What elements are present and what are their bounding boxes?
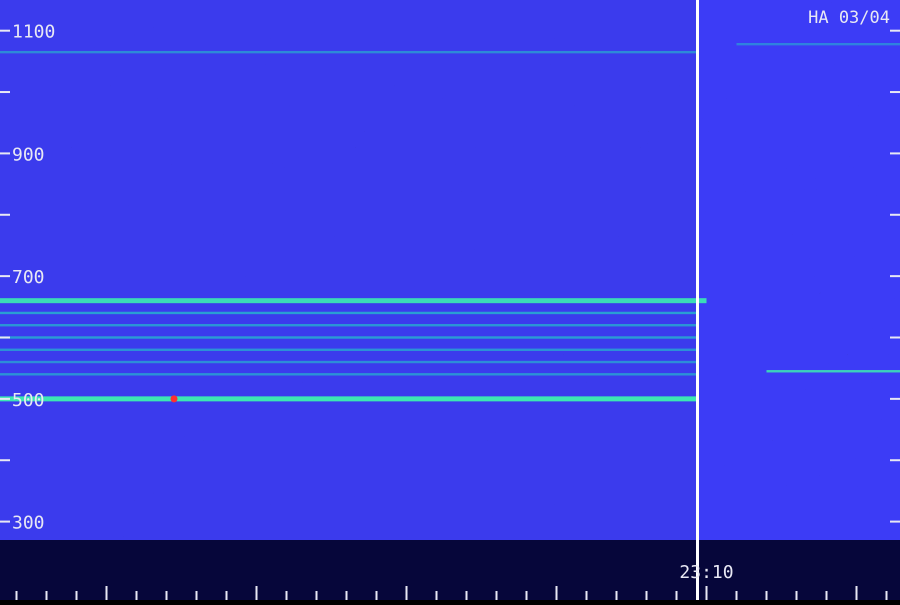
y-tick-left xyxy=(0,337,10,339)
x-tick xyxy=(136,591,138,600)
x-tick xyxy=(526,591,528,600)
x-tick xyxy=(556,586,558,600)
time-marker-line xyxy=(696,0,699,600)
y-tick-left xyxy=(0,30,10,32)
x-tick xyxy=(466,591,468,600)
y-tick-label: 900 xyxy=(12,144,45,165)
x-tick xyxy=(616,591,618,600)
x-tick xyxy=(286,591,288,600)
x-tick xyxy=(166,591,168,600)
x-tick xyxy=(46,591,48,600)
emission-band xyxy=(0,396,698,401)
emission-band xyxy=(0,373,698,375)
y-tick-right xyxy=(890,91,900,93)
y-tick-left xyxy=(0,521,10,523)
x-tick xyxy=(406,586,408,600)
y-tick-left xyxy=(0,152,10,154)
x-tick xyxy=(676,591,678,600)
x-tick xyxy=(646,591,648,600)
emission-band xyxy=(0,312,698,314)
x-tick xyxy=(226,591,228,600)
x-tick xyxy=(886,591,888,600)
y-tick-right xyxy=(890,152,900,154)
y-tick-right xyxy=(890,459,900,461)
x-tick xyxy=(856,586,858,600)
x-tick xyxy=(436,591,438,600)
y-tick-label: 700 xyxy=(12,267,45,288)
y-tick-label: 1100 xyxy=(12,22,55,43)
y-tick-left xyxy=(0,459,10,461)
y-tick-left xyxy=(0,398,10,400)
station-label: HA 03/04 xyxy=(808,8,890,28)
x-tick xyxy=(346,591,348,600)
y-tick-right xyxy=(890,337,900,339)
x-tick xyxy=(496,591,498,600)
hot-spot xyxy=(171,395,178,402)
emission-band xyxy=(767,370,900,372)
x-tick-label: 23:10 xyxy=(679,562,733,583)
emission-band xyxy=(0,298,707,303)
y-tick-label: 300 xyxy=(12,513,45,534)
emission-band xyxy=(737,43,900,45)
x-tick xyxy=(256,586,258,600)
emission-band xyxy=(0,51,698,53)
x-tick xyxy=(376,591,378,600)
emission-band xyxy=(0,324,698,326)
y-tick-right xyxy=(890,275,900,277)
x-tick xyxy=(76,591,78,600)
y-tick-label: 500 xyxy=(12,390,45,411)
y-tick-left xyxy=(0,214,10,216)
spectrogram-svg: 300500700900110023:1023:3023:50 HA 03/04 xyxy=(0,0,900,600)
y-tick-right xyxy=(890,398,900,400)
x-tick xyxy=(316,591,318,600)
lower-strip xyxy=(0,540,900,600)
y-tick-left xyxy=(0,91,10,93)
y-tick-left xyxy=(0,275,10,277)
y-tick-right xyxy=(890,214,900,216)
x-tick xyxy=(736,591,738,600)
x-tick xyxy=(796,591,798,600)
x-tick xyxy=(766,591,768,600)
x-tick xyxy=(706,586,708,600)
emission-band xyxy=(0,336,698,338)
y-tick-right xyxy=(890,30,900,32)
x-tick xyxy=(196,591,198,600)
early-segment-glow xyxy=(0,0,698,540)
x-tick xyxy=(826,591,828,600)
emission-band xyxy=(0,349,698,351)
x-tick xyxy=(16,591,18,600)
spectrogram-chart: 300500700900110023:1023:3023:50 HA 03/04 xyxy=(0,0,900,600)
emission-band xyxy=(0,361,698,363)
x-tick xyxy=(106,586,108,600)
x-tick xyxy=(586,591,588,600)
y-tick-right xyxy=(890,521,900,523)
